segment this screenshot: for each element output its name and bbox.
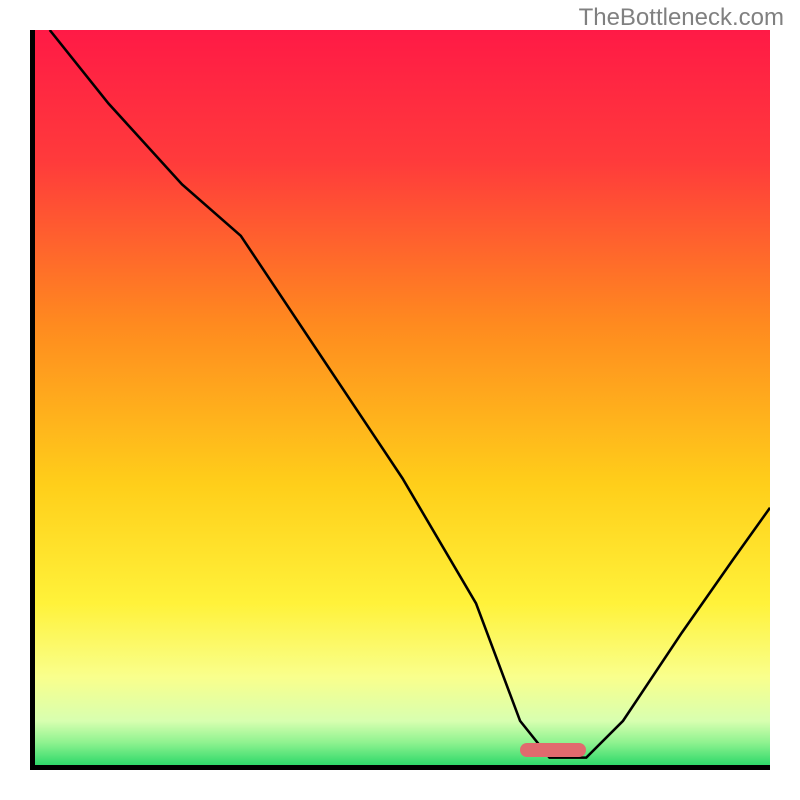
optimal-range-marker xyxy=(520,743,586,757)
chart-container: TheBottleneck.com xyxy=(0,0,800,800)
plot-area xyxy=(30,30,770,770)
bottleneck-curve xyxy=(35,30,770,765)
watermark-text: TheBottleneck.com xyxy=(579,4,784,32)
